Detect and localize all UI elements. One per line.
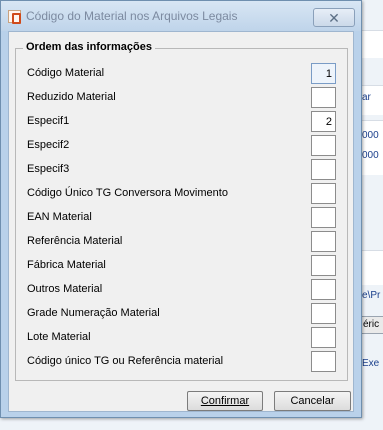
order-row: Outros Material [16,279,347,301]
order-input[interactable] [311,255,336,276]
order-row: Especif2 [16,135,347,157]
order-row-label: Referência Material [27,235,123,247]
close-icon: ✕ [328,9,340,26]
background-text: Exe [362,358,380,369]
order-row: Código Único TG Conversora Movimento [16,183,347,205]
title-bar[interactable]: Código do Material nos Arquivos Legais ✕ [1,1,361,31]
cancel-button-label: Cancelar [290,395,335,407]
order-input[interactable] [311,87,336,108]
order-row: Especif1 2 [16,111,347,133]
background-text: ar [362,92,371,103]
close-button[interactable]: ✕ [313,8,355,27]
information-order-group: Ordem das informações Código Material 1 Re… [15,41,348,381]
background-text: e\Pr [362,290,381,301]
confirm-button-label: Confirmar [200,395,250,407]
order-input[interactable] [311,159,336,180]
group-legend: Ordem das informações [23,41,155,53]
order-row-label: Reduzido Material [27,91,116,103]
order-input[interactable] [311,351,336,372]
order-input[interactable] [311,303,336,324]
order-row-label: Código Material [27,67,105,79]
order-row-label: Lote Material [27,331,91,343]
order-input[interactable] [311,279,336,300]
order-row: Especif3 [16,159,347,181]
dialog-body: Ordem das informações Código Material 1 Re… [8,31,354,412]
order-input[interactable] [311,327,336,348]
order-input[interactable]: 1 [311,63,336,84]
background-text: 000 [362,150,379,161]
order-input[interactable] [311,183,336,204]
order-input[interactable] [311,207,336,228]
order-row-label: Outros Material [27,283,103,295]
order-input[interactable] [311,231,336,252]
order-row-label: Grade Numeração Material [27,307,160,319]
order-row: Fábrica Material [16,255,347,277]
background-text: 000 [362,130,379,141]
order-row: Reduzido Material [16,87,347,109]
order-row: EAN Material [16,207,347,229]
app-icon [8,10,21,24]
order-row: Código único TG ou Referência material [16,351,347,373]
cancel-button[interactable]: Cancelar [274,391,351,411]
order-row-label: Especif3 [27,163,70,175]
window-title: Código do Material nos Arquivos Legais [26,9,238,23]
order-row-label: Código único TG ou Referência material [27,355,224,367]
order-row-label: EAN Material [27,211,92,223]
order-row-label: Especif2 [27,139,70,151]
order-row-label: Especif1 [27,115,70,127]
order-row: Lote Material [16,327,347,349]
confirm-button[interactable]: Confirmar [187,391,263,411]
order-row-label: Código Único TG Conversora Movimento [27,187,228,199]
order-row-label: Fábrica Material [27,259,106,271]
order-row: Referência Material [16,231,347,253]
material-code-dialog: Código do Material nos Arquivos Legais ✕… [0,0,362,418]
order-row: Grade Numeração Material [16,303,347,325]
order-row: Código Material 1 [16,63,347,85]
order-input[interactable]: 2 [311,111,336,132]
order-input[interactable] [311,135,336,156]
